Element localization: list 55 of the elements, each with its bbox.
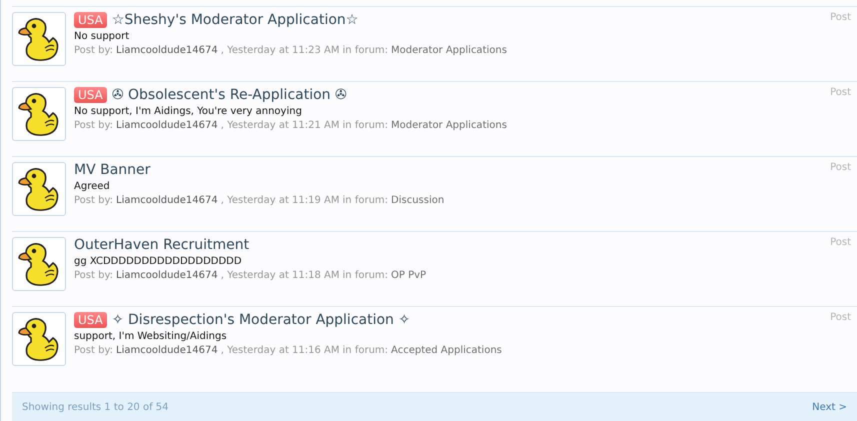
meta-label: in forum: bbox=[342, 270, 388, 281]
prefix-tag: USA bbox=[74, 312, 107, 328]
meta-label: Post by: bbox=[74, 195, 114, 206]
results-summary: Showing results 1 to 20 of 54 bbox=[22, 402, 169, 412]
meta-label: in forum: bbox=[342, 120, 388, 131]
user-avatar[interactable] bbox=[12, 162, 66, 216]
thread-title-link[interactable]: ✇ Obsolescent's Re-Application ✇ bbox=[112, 87, 347, 103]
duck-icon bbox=[17, 166, 61, 212]
post-snippet: No support, I'm Aidings, You're very annoying bbox=[74, 106, 303, 117]
duck-icon bbox=[17, 241, 61, 287]
thread-title-link[interactable]: MV Banner bbox=[74, 162, 150, 178]
meta-label: Post by: bbox=[74, 270, 114, 281]
meta-label: in forum: bbox=[342, 195, 388, 206]
meta-label: in forum: bbox=[342, 345, 388, 356]
thread-title-link[interactable]: ✧ Disrespection's Moderator Application ✧ bbox=[112, 312, 410, 328]
duck-icon bbox=[17, 316, 61, 362]
content-type: Post bbox=[830, 312, 851, 323]
meta-label: Post by: bbox=[74, 120, 114, 131]
user-avatar[interactable] bbox=[12, 312, 66, 366]
post-snippet: No support bbox=[74, 31, 130, 42]
duck-icon bbox=[17, 91, 61, 137]
next-link[interactable]: Next > bbox=[812, 402, 847, 412]
forum-link[interactable]: OP PvP bbox=[391, 270, 426, 281]
meta-label: Post by: bbox=[74, 345, 114, 356]
prefix-tag: USA bbox=[74, 12, 107, 28]
author-link[interactable]: Liamcooldude14674 bbox=[116, 345, 218, 356]
post-time: , Yesterday at 11:21 AM bbox=[220, 120, 340, 131]
meta-label: in forum: bbox=[342, 45, 388, 56]
post-snippet: gg XCDDDDDDDDDDDDDDDDDD bbox=[74, 256, 243, 267]
forum-link[interactable]: Discussion bbox=[391, 195, 444, 206]
author-link[interactable]: Liamcooldude14674 bbox=[116, 120, 218, 131]
author-link[interactable]: Liamcooldude14674 bbox=[116, 195, 218, 206]
forum-link[interactable]: Moderator Applications bbox=[391, 45, 507, 56]
content-type: Post bbox=[830, 12, 851, 23]
forum-link[interactable]: Moderator Applications bbox=[391, 120, 507, 131]
author-link[interactable]: Liamcooldude14674 bbox=[116, 45, 218, 56]
meta-label: Post by: bbox=[74, 45, 114, 56]
post-snippet: Agreed bbox=[74, 181, 111, 192]
post-time: , Yesterday at 11:23 AM bbox=[220, 45, 340, 56]
thread-title-link[interactable]: ☆Sheshy's Moderator Application☆ bbox=[112, 12, 358, 28]
post-time: , Yesterday at 11:16 AM bbox=[220, 345, 340, 356]
post-snippet: support, I'm Websiting/Aidings bbox=[74, 331, 228, 342]
prefix-tag: USA bbox=[74, 87, 107, 103]
user-avatar[interactable] bbox=[12, 87, 66, 141]
user-avatar[interactable] bbox=[12, 12, 66, 66]
content-type: Post bbox=[830, 87, 851, 98]
post-time: , Yesterday at 11:18 AM bbox=[220, 270, 340, 281]
post-time: , Yesterday at 11:19 AM bbox=[220, 195, 340, 206]
content-type: Post bbox=[830, 237, 851, 248]
content-type: Post bbox=[830, 162, 851, 173]
thread-title-link[interactable]: OuterHaven Recruitment bbox=[74, 237, 250, 253]
forum-link[interactable]: Accepted Applications bbox=[391, 345, 502, 356]
duck-icon bbox=[17, 16, 61, 62]
author-link[interactable]: Liamcooldude14674 bbox=[116, 270, 218, 281]
user-avatar[interactable] bbox=[12, 237, 66, 291]
